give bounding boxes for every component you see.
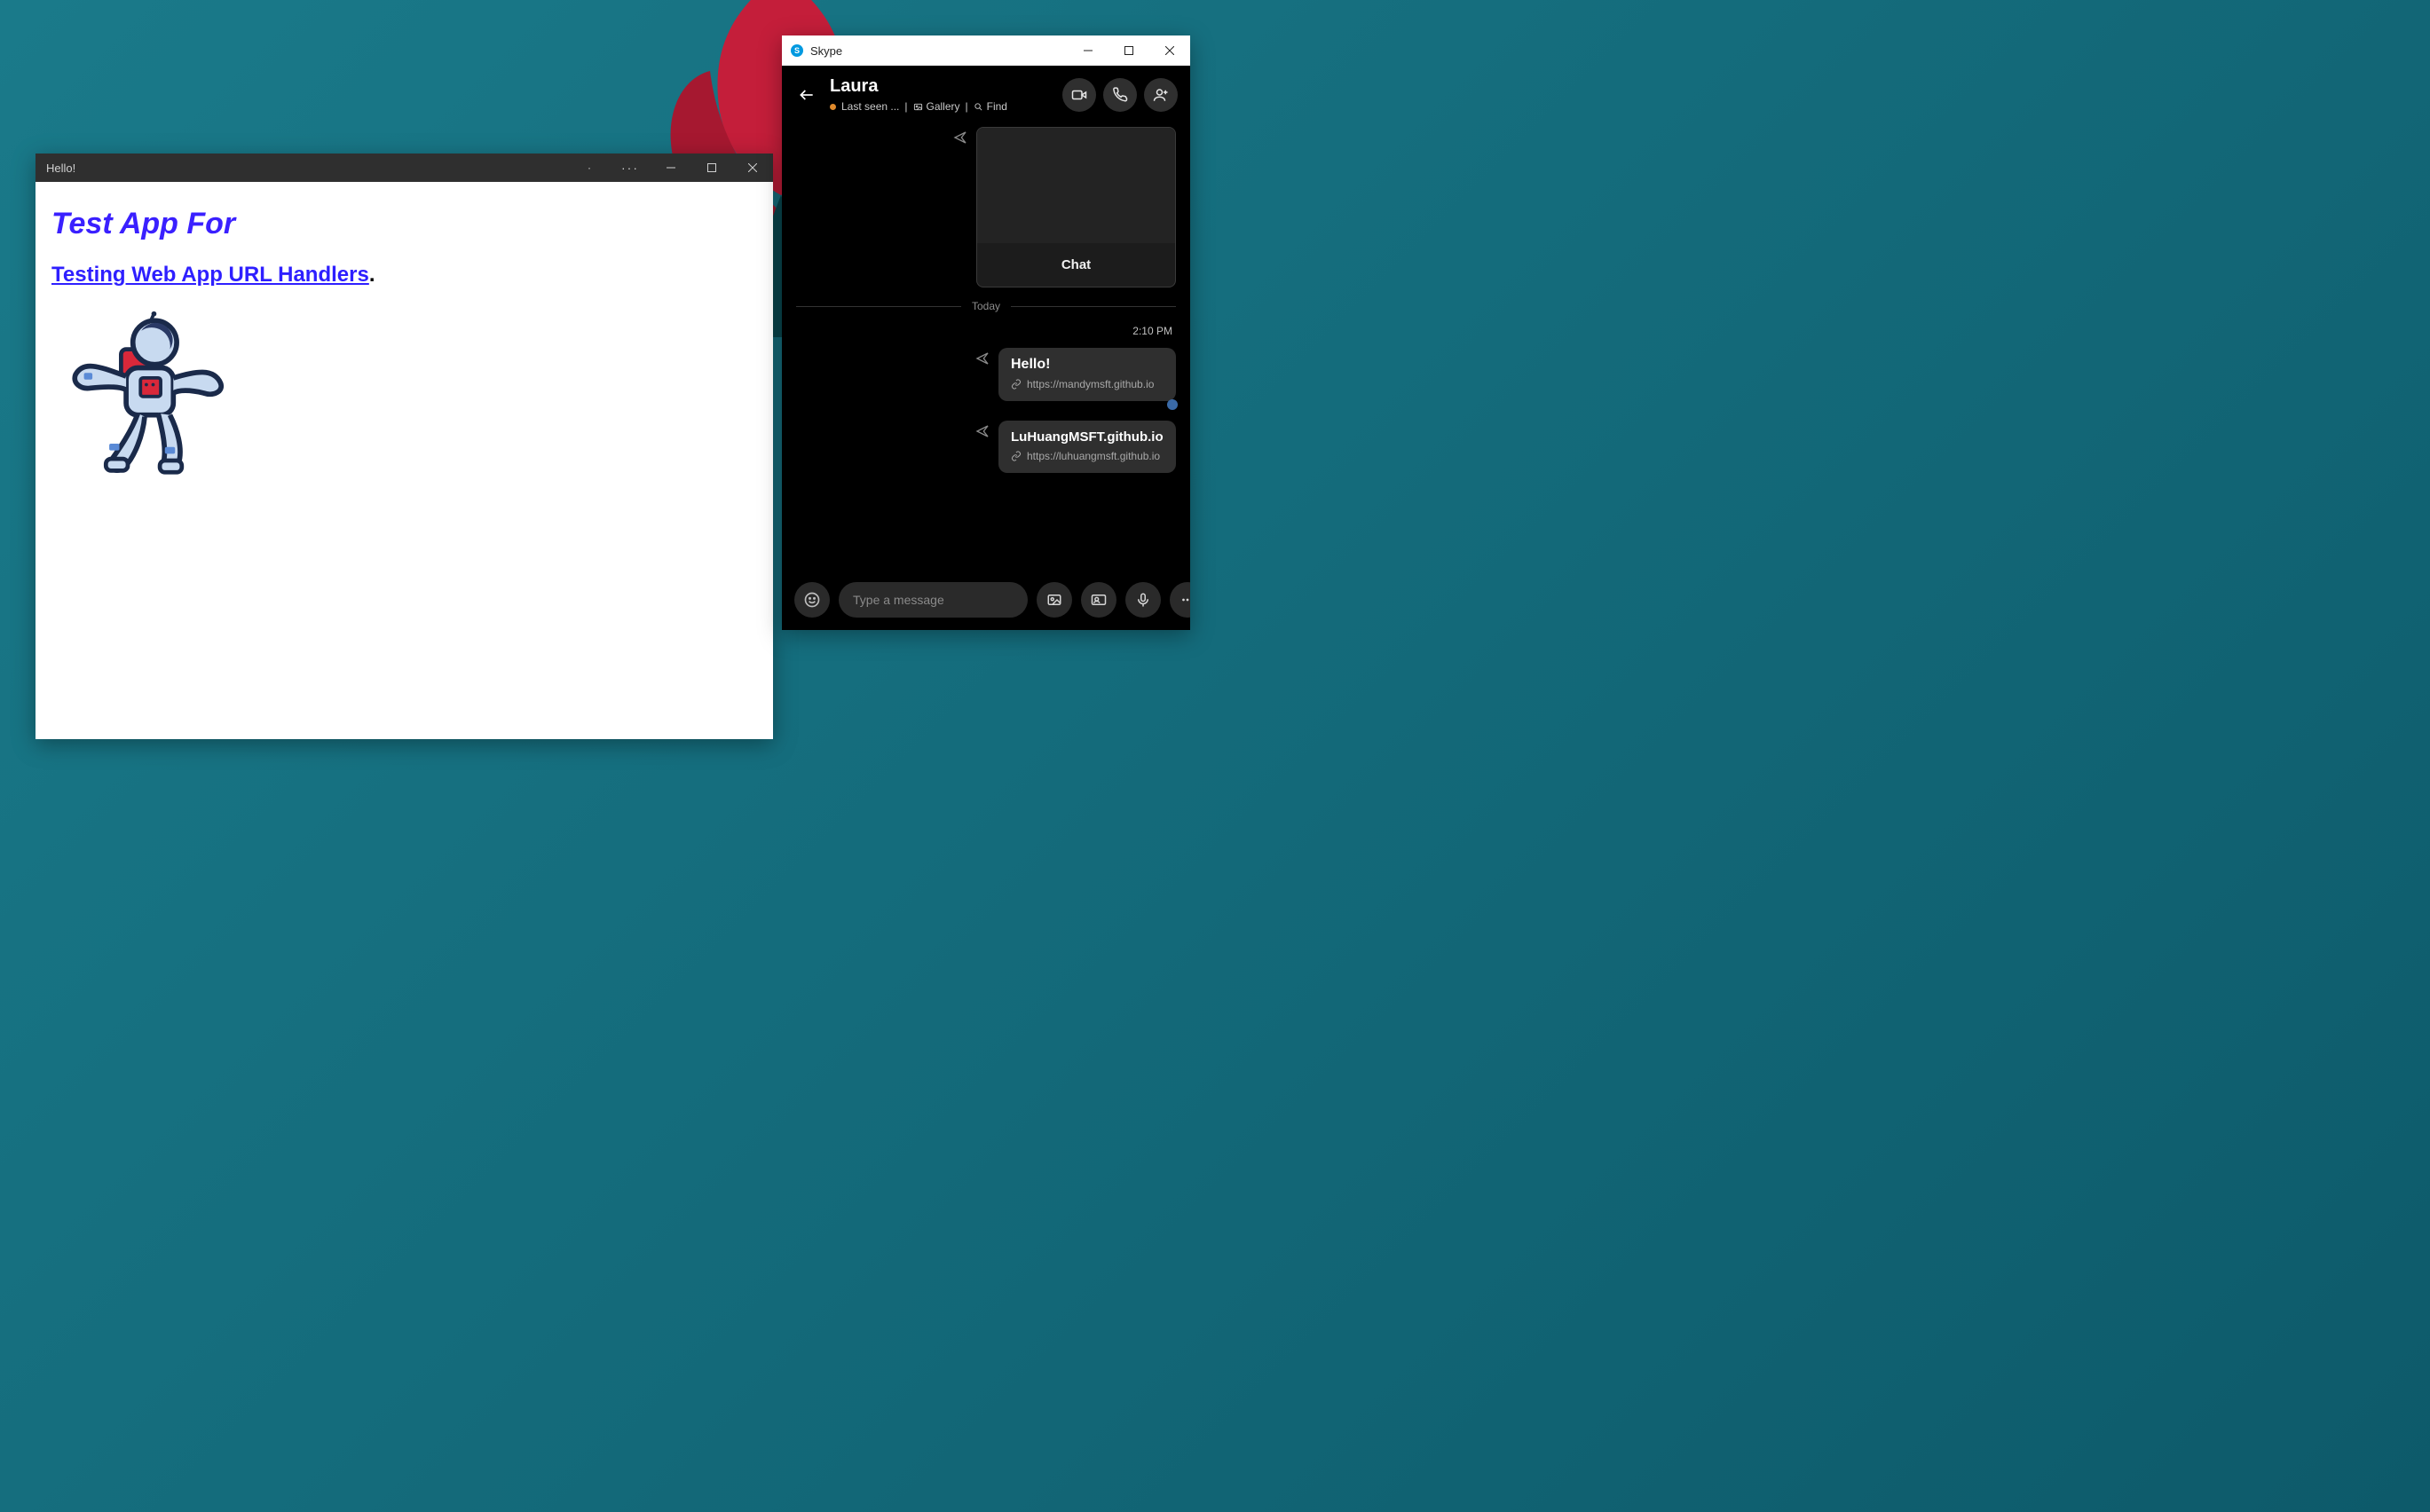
message-list[interactable]: Chat Today 2:10 PM Hello! (782, 122, 1190, 573)
chat-card-label: Chat (977, 243, 1175, 287)
image-icon (1046, 592, 1062, 608)
message-input[interactable] (853, 593, 1014, 607)
message-row: Hello! https://mandymsft.github.io (796, 348, 1176, 410)
link-icon (1011, 379, 1022, 390)
message-url[interactable]: https://mandymsft.github.io (1011, 378, 1164, 390)
mic-icon (1135, 592, 1151, 608)
add-people-button[interactable] (1144, 78, 1178, 112)
test-app-title: Hello! (46, 161, 569, 175)
titlebar-more-button[interactable]: ··· (610, 154, 651, 182)
search-icon (974, 102, 983, 112)
url-handlers-link[interactable]: Testing Web App URL Handlers (51, 263, 369, 287)
gallery-icon (913, 102, 923, 112)
emoji-button[interactable] (794, 582, 830, 618)
contact-card-icon (1091, 592, 1107, 608)
skype-maximize-button[interactable] (1108, 35, 1149, 66)
period: . (369, 263, 375, 287)
find-link[interactable]: Find (974, 100, 1007, 113)
test-app-content: Test App For Testing Web App URL Handler… (36, 182, 773, 502)
skype-titlebar: S Skype (782, 35, 1190, 66)
skype-minimize-button[interactable] (1068, 35, 1108, 66)
more-icon (1179, 592, 1190, 608)
skype-app-title: Skype (810, 44, 1068, 58)
conversation-header: Laura Last seen ... | Gallery | Find (782, 66, 1190, 122)
person-add-icon (1153, 87, 1169, 103)
sent-indicator-icon (953, 130, 967, 287)
more-options-button[interactable] (1170, 582, 1190, 618)
test-app-window: Hello! · ··· Test App For Testing Web Ap… (36, 154, 773, 739)
read-receipt-icon (1167, 399, 1178, 410)
skype-close-button[interactable] (1149, 35, 1190, 66)
close-button[interactable] (732, 154, 773, 182)
titlebar-dot-button[interactable]: · (569, 154, 610, 182)
test-app-subheading: Testing Web App URL Handlers. (51, 263, 757, 287)
video-icon (1071, 87, 1087, 103)
video-call-button[interactable] (1062, 78, 1096, 112)
chat-card-thumbnail (977, 128, 1175, 243)
astronaut-image (60, 309, 757, 477)
link-icon (1011, 451, 1022, 461)
message-bubble[interactable]: Hello! https://mandymsft.github.io (998, 348, 1176, 401)
date-separator: Today (796, 300, 1176, 312)
skype-window: S Skype Laura Last seen ... | (782, 35, 1190, 630)
message-row: LuHuangMSFT.github.io https://luhuangmsf… (796, 421, 1176, 473)
presence-away-icon (830, 104, 836, 110)
contact-subline: Last seen ... | Gallery | Find (830, 100, 1052, 113)
message-url[interactable]: https://luhuangmsft.github.io (1011, 450, 1164, 462)
skype-logo-icon: S (791, 44, 803, 57)
minimize-button[interactable] (651, 154, 691, 182)
chat-card[interactable]: Chat (976, 127, 1176, 287)
message-input-wrap (839, 582, 1028, 618)
maximize-button[interactable] (691, 154, 732, 182)
sent-indicator-icon (975, 424, 990, 473)
contact-card-button[interactable] (1081, 582, 1116, 618)
back-button[interactable] (794, 83, 819, 107)
smiley-icon (803, 591, 821, 609)
gallery-link[interactable]: Gallery (913, 100, 960, 113)
sent-indicator-icon (975, 351, 990, 410)
contact-name[interactable]: Laura (830, 76, 1052, 97)
message-bubble[interactable]: LuHuangMSFT.github.io https://luhuangmsf… (998, 421, 1176, 473)
voice-message-button[interactable] (1125, 582, 1161, 618)
message-timestamp: 2:10 PM (796, 325, 1176, 337)
audio-call-button[interactable] (1103, 78, 1137, 112)
skype-body: Laura Last seen ... | Gallery | Find (782, 66, 1190, 630)
test-app-titlebar: Hello! · ··· (36, 154, 773, 182)
phone-icon (1112, 87, 1128, 103)
test-app-heading: Test App For (51, 207, 757, 241)
attach-media-button[interactable] (1037, 582, 1072, 618)
message-composer (782, 573, 1190, 630)
last-seen-text: Last seen ... (841, 100, 899, 113)
chat-card-row: Chat (796, 127, 1176, 287)
message-title: LuHuangMSFT.github.io (1011, 429, 1164, 445)
message-title: Hello! (1011, 357, 1164, 373)
